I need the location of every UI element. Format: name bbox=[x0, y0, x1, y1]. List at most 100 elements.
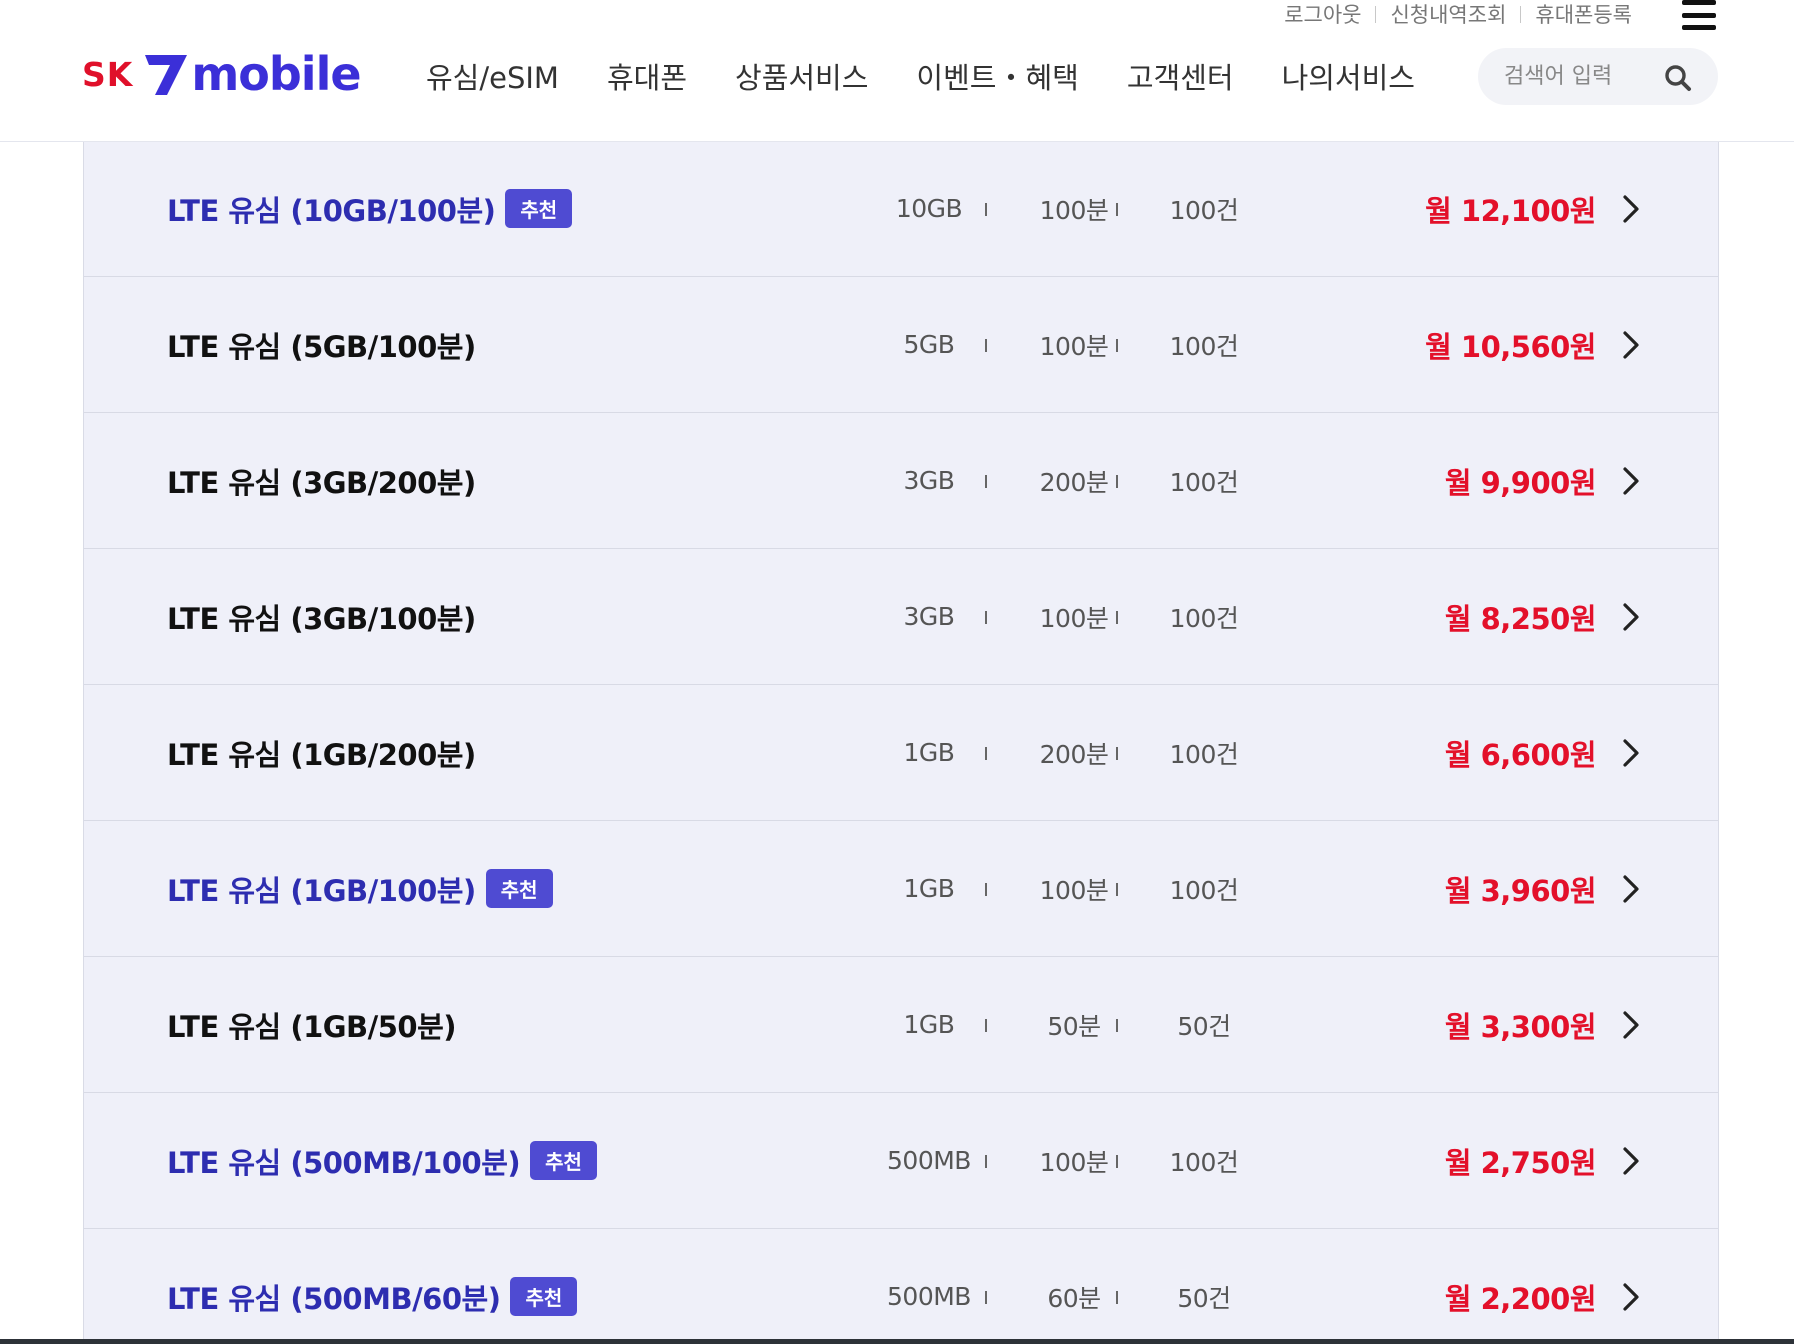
chevron-right-icon[interactable] bbox=[1620, 1145, 1642, 1177]
plan-sms: 100건 bbox=[1169, 1147, 1239, 1177]
spec-divider bbox=[985, 883, 987, 896]
plan-price: 월 3,960원 bbox=[1444, 873, 1597, 908]
spec-divider bbox=[1116, 883, 1118, 896]
bottom-edge bbox=[0, 1339, 1794, 1344]
nav-events[interactable]: 이벤트・혜택 bbox=[916, 55, 1078, 97]
recommend-badge: 추천 bbox=[510, 1277, 578, 1316]
chevron-right-icon[interactable] bbox=[1620, 1009, 1642, 1041]
plan-name-wrap: LTE 유심 (500MB/100분) 추천 bbox=[167, 1093, 597, 1228]
chevron-right-icon[interactable] bbox=[1620, 329, 1642, 361]
plan-name-wrap: LTE 유심 (3GB/100분) bbox=[167, 549, 476, 684]
plan-row-9[interactable]: LTE 유심 (500MB/60분) 추천 500MB 60분 50건 월 2,… bbox=[84, 1229, 1718, 1344]
plan-row-3[interactable]: LTE 유심 (3GB/200분) 3GB 200분 100건 월 9,900원 bbox=[84, 413, 1718, 549]
spec-divider bbox=[985, 611, 987, 624]
plan-name-wrap: LTE 유심 (500MB/60분) 추천 bbox=[167, 1229, 578, 1344]
plan-name-wrap: LTE 유심 (5GB/100분) bbox=[167, 277, 476, 412]
plan-voice: 100분 bbox=[1039, 603, 1109, 633]
plan-name-wrap: LTE 유심 (1GB/100분) 추천 bbox=[167, 821, 553, 956]
site-header: 로그아웃 신청내역조회 휴대폰등록 SK mobile 유심/eSIM 휴대폰 … bbox=[0, 0, 1794, 142]
plan-voice: 50분 bbox=[1047, 1011, 1101, 1041]
plan-name: LTE 유심 (1GB/50분) bbox=[167, 1009, 457, 1044]
search-input[interactable] bbox=[1502, 63, 1656, 90]
plan-row-8[interactable]: LTE 유심 (500MB/100분) 추천 500MB 100분 100건 월… bbox=[84, 1093, 1718, 1229]
nav-customer-center[interactable]: 고객센터 bbox=[1127, 55, 1234, 97]
search-icon[interactable] bbox=[1664, 64, 1692, 92]
plan-name: LTE 유심 (3GB/200분) bbox=[167, 465, 476, 500]
plan-row-6[interactable]: LTE 유심 (1GB/100분) 추천 1GB 100분 100건 월 3,9… bbox=[84, 821, 1718, 957]
logo-seven-icon bbox=[145, 55, 188, 95]
spec-divider bbox=[1116, 1155, 1118, 1168]
spec-divider bbox=[985, 1155, 987, 1168]
main-nav: 유심/eSIM 휴대폰 상품서비스 이벤트・혜택 고객센터 나의서비스 bbox=[426, 54, 1463, 98]
spec-divider bbox=[1116, 1019, 1118, 1032]
chevron-right-icon[interactable] bbox=[1620, 601, 1642, 633]
plan-name-wrap: LTE 유심 (1GB/50분) bbox=[167, 957, 457, 1092]
nav-my-service[interactable]: 나의서비스 bbox=[1282, 55, 1415, 97]
recommend-badge: 추천 bbox=[530, 1141, 597, 1180]
nav-products[interactable]: 상품서비스 bbox=[735, 55, 868, 97]
plan-name: LTE 유심 (500MB/60분) bbox=[167, 1281, 501, 1316]
plan-data: 5GB bbox=[903, 330, 955, 359]
logout-link[interactable]: 로그아웃 bbox=[1284, 0, 1361, 29]
plan-row-5[interactable]: LTE 유심 (1GB/200분) 1GB 200분 100건 월 6,600원 bbox=[84, 685, 1718, 821]
plan-voice: 200분 bbox=[1039, 467, 1109, 497]
plan-list: LTE 유심 (10GB/100분) 추천 10GB 100분 100건 월 1… bbox=[83, 141, 1719, 1344]
plan-data: 3GB bbox=[903, 602, 955, 631]
spec-divider bbox=[1116, 203, 1118, 216]
plan-row-7[interactable]: LTE 유심 (1GB/50분) 1GB 50분 50건 월 3,300원 bbox=[84, 957, 1718, 1093]
chevron-right-icon[interactable] bbox=[1620, 193, 1642, 225]
chevron-right-icon[interactable] bbox=[1620, 465, 1642, 497]
nav-phone[interactable]: 휴대폰 bbox=[607, 55, 687, 97]
plan-price: 월 3,300원 bbox=[1444, 1009, 1597, 1044]
plan-data: 3GB bbox=[903, 466, 955, 495]
plan-sms: 100건 bbox=[1169, 467, 1239, 497]
plan-price: 월 8,250원 bbox=[1444, 601, 1597, 636]
plan-data: 1GB bbox=[903, 874, 955, 903]
nav-usim[interactable]: 유심/eSIM bbox=[426, 55, 559, 97]
plan-voice: 100분 bbox=[1039, 1147, 1109, 1177]
spec-divider bbox=[985, 1019, 987, 1032]
plan-sms: 100건 bbox=[1169, 195, 1239, 225]
spec-divider bbox=[1116, 1291, 1118, 1304]
spec-divider bbox=[985, 339, 987, 352]
spec-divider bbox=[985, 203, 987, 216]
plan-name-wrap: LTE 유심 (10GB/100분) 추천 bbox=[167, 141, 573, 276]
plan-data: 10GB bbox=[895, 194, 963, 223]
plan-voice: 100분 bbox=[1039, 331, 1109, 361]
plan-name: LTE 유심 (10GB/100분) bbox=[167, 193, 496, 228]
plan-row-1[interactable]: LTE 유심 (10GB/100분) 추천 10GB 100분 100건 월 1… bbox=[84, 141, 1718, 277]
plan-sms: 50건 bbox=[1177, 1011, 1231, 1041]
plan-sms: 100건 bbox=[1169, 739, 1239, 769]
plan-name: LTE 유심 (1GB/200분) bbox=[167, 737, 476, 772]
plan-sms: 100건 bbox=[1169, 331, 1239, 361]
plan-row-2[interactable]: LTE 유심 (5GB/100분) 5GB 100분 100건 월 10,560… bbox=[84, 277, 1718, 413]
plan-price: 월 2,200원 bbox=[1444, 1281, 1597, 1316]
plan-name: LTE 유심 (5GB/100분) bbox=[167, 329, 476, 364]
plan-name: LTE 유심 (1GB/100분) bbox=[167, 873, 476, 908]
site-logo[interactable]: SK mobile bbox=[82, 47, 362, 101]
spec-divider bbox=[985, 1291, 987, 1304]
plan-voice: 60분 bbox=[1047, 1283, 1101, 1313]
plan-voice: 100분 bbox=[1039, 195, 1109, 225]
plan-name-wrap: LTE 유심 (3GB/200분) bbox=[167, 413, 476, 548]
divider bbox=[1375, 5, 1377, 23]
plan-row-4[interactable]: LTE 유심 (3GB/100분) 3GB 100분 100건 월 8,250원 bbox=[84, 549, 1718, 685]
plan-sms: 50건 bbox=[1177, 1283, 1231, 1313]
plan-price: 월 2,750원 bbox=[1444, 1145, 1597, 1180]
plan-voice: 200분 bbox=[1039, 739, 1109, 769]
hamburger-menu-icon[interactable] bbox=[1682, 0, 1716, 30]
spec-divider bbox=[1116, 611, 1118, 624]
logo-mobile: mobile bbox=[191, 47, 361, 101]
plan-sms: 100건 bbox=[1169, 875, 1239, 905]
order-history-link[interactable]: 신청내역조회 bbox=[1390, 0, 1506, 29]
chevron-right-icon[interactable] bbox=[1620, 1281, 1642, 1313]
spec-divider bbox=[985, 475, 987, 488]
spec-divider bbox=[1116, 475, 1118, 488]
plan-price: 월 6,600원 bbox=[1444, 737, 1597, 772]
spec-divider bbox=[1116, 339, 1118, 352]
plan-data: 1GB bbox=[903, 1010, 955, 1039]
register-phone-link[interactable]: 휴대폰등록 bbox=[1535, 0, 1632, 29]
chevron-right-icon[interactable] bbox=[1620, 737, 1642, 769]
chevron-right-icon[interactable] bbox=[1620, 873, 1642, 905]
plan-data: 500MB bbox=[887, 1282, 971, 1311]
